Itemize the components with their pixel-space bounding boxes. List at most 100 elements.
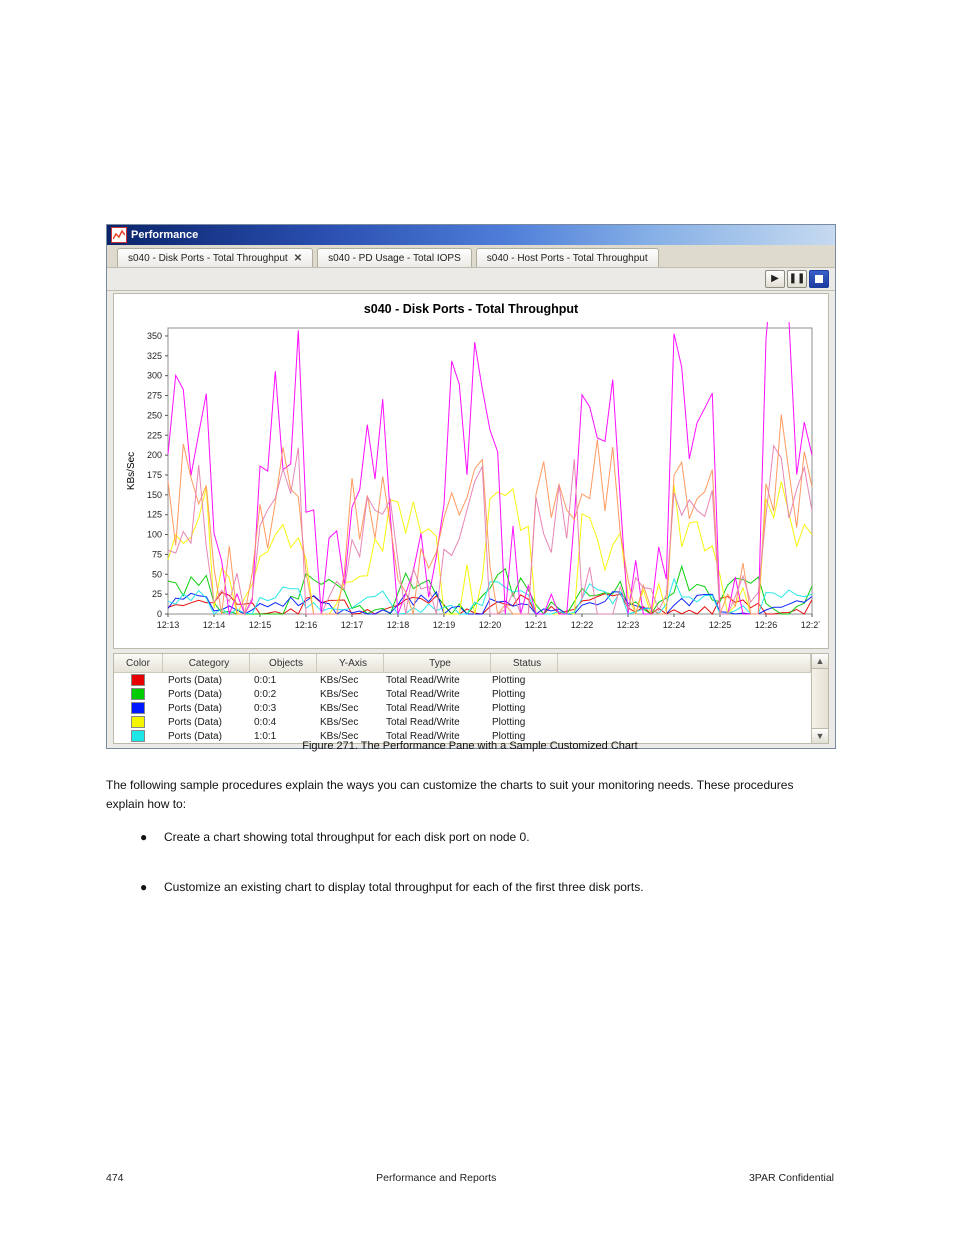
legend-row[interactable]: Ports (Data)0:0:1KBs/SecTotal Read/Write… [114, 673, 811, 687]
figure-caption: Figure 271. The Performance Pane with a … [106, 740, 834, 752]
chart-card: s040 - Disk Ports - Total Throughput 0 25… [113, 293, 829, 649]
svg-text:12:22: 12:22 [571, 620, 594, 630]
col-status[interactable]: Status [491, 654, 558, 672]
cell-category: Ports (Data) [162, 675, 248, 686]
legend-row[interactable]: Ports (Data)0:0:4KBs/SecTotal Read/Write… [114, 715, 811, 729]
svg-text:175: 175 [147, 470, 162, 480]
svg-text:12:24: 12:24 [663, 620, 686, 630]
stop-icon [815, 275, 823, 283]
cell-status: Plotting [486, 689, 552, 700]
page-footer: 474 Performance and Reports 3PAR Confide… [106, 1172, 834, 1184]
close-icon[interactable]: ✕ [294, 253, 302, 264]
bullet-icon: ● [140, 828, 147, 847]
svg-text:12:18: 12:18 [387, 620, 410, 630]
legend-header-row: Color Category Objects Y-Axis Type Statu… [114, 654, 811, 673]
tab-pd-usage[interactable]: s040 - PD Usage - Total IOPS [317, 248, 472, 267]
scroll-up-icon[interactable]: ▲ [812, 654, 828, 669]
tab-label: s040 - Disk Ports - Total Throughput [128, 253, 288, 264]
svg-text:12:27: 12:27 [801, 620, 820, 630]
color-swatch [131, 688, 145, 700]
cell-objects: 0:0:1 [248, 675, 314, 686]
tab-label: s040 - PD Usage - Total IOPS [328, 253, 461, 264]
bullet-icon: ● [140, 878, 147, 897]
svg-text:12:13: 12:13 [157, 620, 180, 630]
cell-category: Ports (Data) [162, 717, 248, 728]
footer-confidential: 3PAR Confidential [749, 1172, 834, 1184]
legend-scrollbar[interactable]: ▲ ▼ [812, 653, 829, 744]
svg-text:150: 150 [147, 490, 162, 500]
color-swatch [131, 674, 145, 686]
window-title: Performance [131, 229, 198, 241]
svg-text:12:15: 12:15 [249, 620, 272, 630]
col-color[interactable]: Color [114, 654, 163, 672]
svg-text:12:14: 12:14 [203, 620, 226, 630]
svg-text:50: 50 [152, 569, 162, 579]
legend-table: Color Category Objects Y-Axis Type Statu… [113, 653, 812, 744]
svg-text:25: 25 [152, 589, 162, 599]
cell-yaxis: KBs/Sec [314, 703, 380, 714]
color-swatch [131, 716, 145, 728]
svg-text:0: 0 [157, 609, 162, 619]
tab-host-ports[interactable]: s040 - Host Ports - Total Throughput [476, 248, 659, 267]
cell-status: Plotting [486, 717, 552, 728]
svg-text:275: 275 [147, 391, 162, 401]
legend-row[interactable]: Ports (Data)0:0:3KBs/SecTotal Read/Write… [114, 701, 811, 715]
svg-text:325: 325 [147, 351, 162, 361]
tabs-row: s040 - Disk Ports - Total Throughput ✕ s… [107, 245, 835, 268]
performance-window: Performance s040 - Disk Ports - Total Th… [106, 224, 836, 749]
svg-text:250: 250 [147, 410, 162, 420]
svg-text:12:17: 12:17 [341, 620, 364, 630]
svg-text:12:16: 12:16 [295, 620, 318, 630]
play-button[interactable]: ▶ [765, 270, 785, 288]
cell-status: Plotting [486, 675, 552, 686]
body-paragraph: The following sample procedures explain … [106, 776, 834, 813]
legend-panel: Color Category Objects Y-Axis Type Statu… [113, 653, 829, 744]
svg-text:300: 300 [147, 371, 162, 381]
cell-category: Ports (Data) [162, 689, 248, 700]
svg-text:12:23: 12:23 [617, 620, 640, 630]
svg-text:100: 100 [147, 530, 162, 540]
col-yaxis[interactable]: Y-Axis [317, 654, 384, 672]
svg-text:200: 200 [147, 450, 162, 460]
svg-text:12:26: 12:26 [755, 620, 778, 630]
chart-title: s040 - Disk Ports - Total Throughput [120, 298, 822, 322]
col-category[interactable]: Category [163, 654, 250, 672]
chart-area: 0 25 50 75 100 125 150 175 200 225 250 275 300 325 350… [120, 322, 822, 642]
cell-objects: 0:0:4 [248, 717, 314, 728]
cell-yaxis: KBs/Sec [314, 675, 380, 686]
svg-text:12:19: 12:19 [433, 620, 456, 630]
cell-status: Plotting [486, 703, 552, 714]
cell-objects: 0:0:2 [248, 689, 314, 700]
line-chart: 0 25 50 75 100 125 150 175 200 225 250 275 300 325 350… [120, 322, 820, 642]
chart-icon [111, 227, 127, 243]
cell-type: Total Read/Write [380, 717, 486, 728]
cell-category: Ports (Data) [162, 703, 248, 714]
svg-text:350: 350 [147, 331, 162, 341]
footer-title: Performance and Reports [124, 1172, 749, 1184]
color-swatch [131, 702, 145, 714]
bullet-item: ● Customize an existing chart to display… [140, 878, 834, 897]
cell-objects: 0:0:3 [248, 703, 314, 714]
tab-disk-ports[interactable]: s040 - Disk Ports - Total Throughput ✕ [117, 248, 313, 267]
cell-type: Total Read/Write [380, 689, 486, 700]
cell-yaxis: KBs/Sec [314, 717, 380, 728]
titlebar[interactable]: Performance [107, 225, 835, 245]
cell-yaxis: KBs/Sec [314, 689, 380, 700]
cell-type: Total Read/Write [380, 675, 486, 686]
svg-text:KBs/Sec: KBs/Sec [126, 452, 137, 490]
pause-button[interactable]: ❚❚ [787, 270, 807, 288]
svg-text:12:20: 12:20 [479, 620, 502, 630]
tab-label: s040 - Host Ports - Total Throughput [487, 253, 648, 264]
cell-type: Total Read/Write [380, 703, 486, 714]
chart-controls: ▶ ❚❚ [107, 268, 835, 291]
page-number: 474 [106, 1172, 124, 1184]
col-type[interactable]: Type [384, 654, 491, 672]
svg-text:125: 125 [147, 510, 162, 520]
bullet-item: ● Create a chart showing total throughpu… [140, 828, 834, 847]
svg-text:225: 225 [147, 430, 162, 440]
legend-row[interactable]: Ports (Data)0:0:2KBs/SecTotal Read/Write… [114, 687, 811, 701]
svg-text:75: 75 [152, 549, 162, 559]
svg-text:12:21: 12:21 [525, 620, 548, 630]
col-objects[interactable]: Objects [250, 654, 317, 672]
stop-button[interactable] [809, 270, 829, 288]
